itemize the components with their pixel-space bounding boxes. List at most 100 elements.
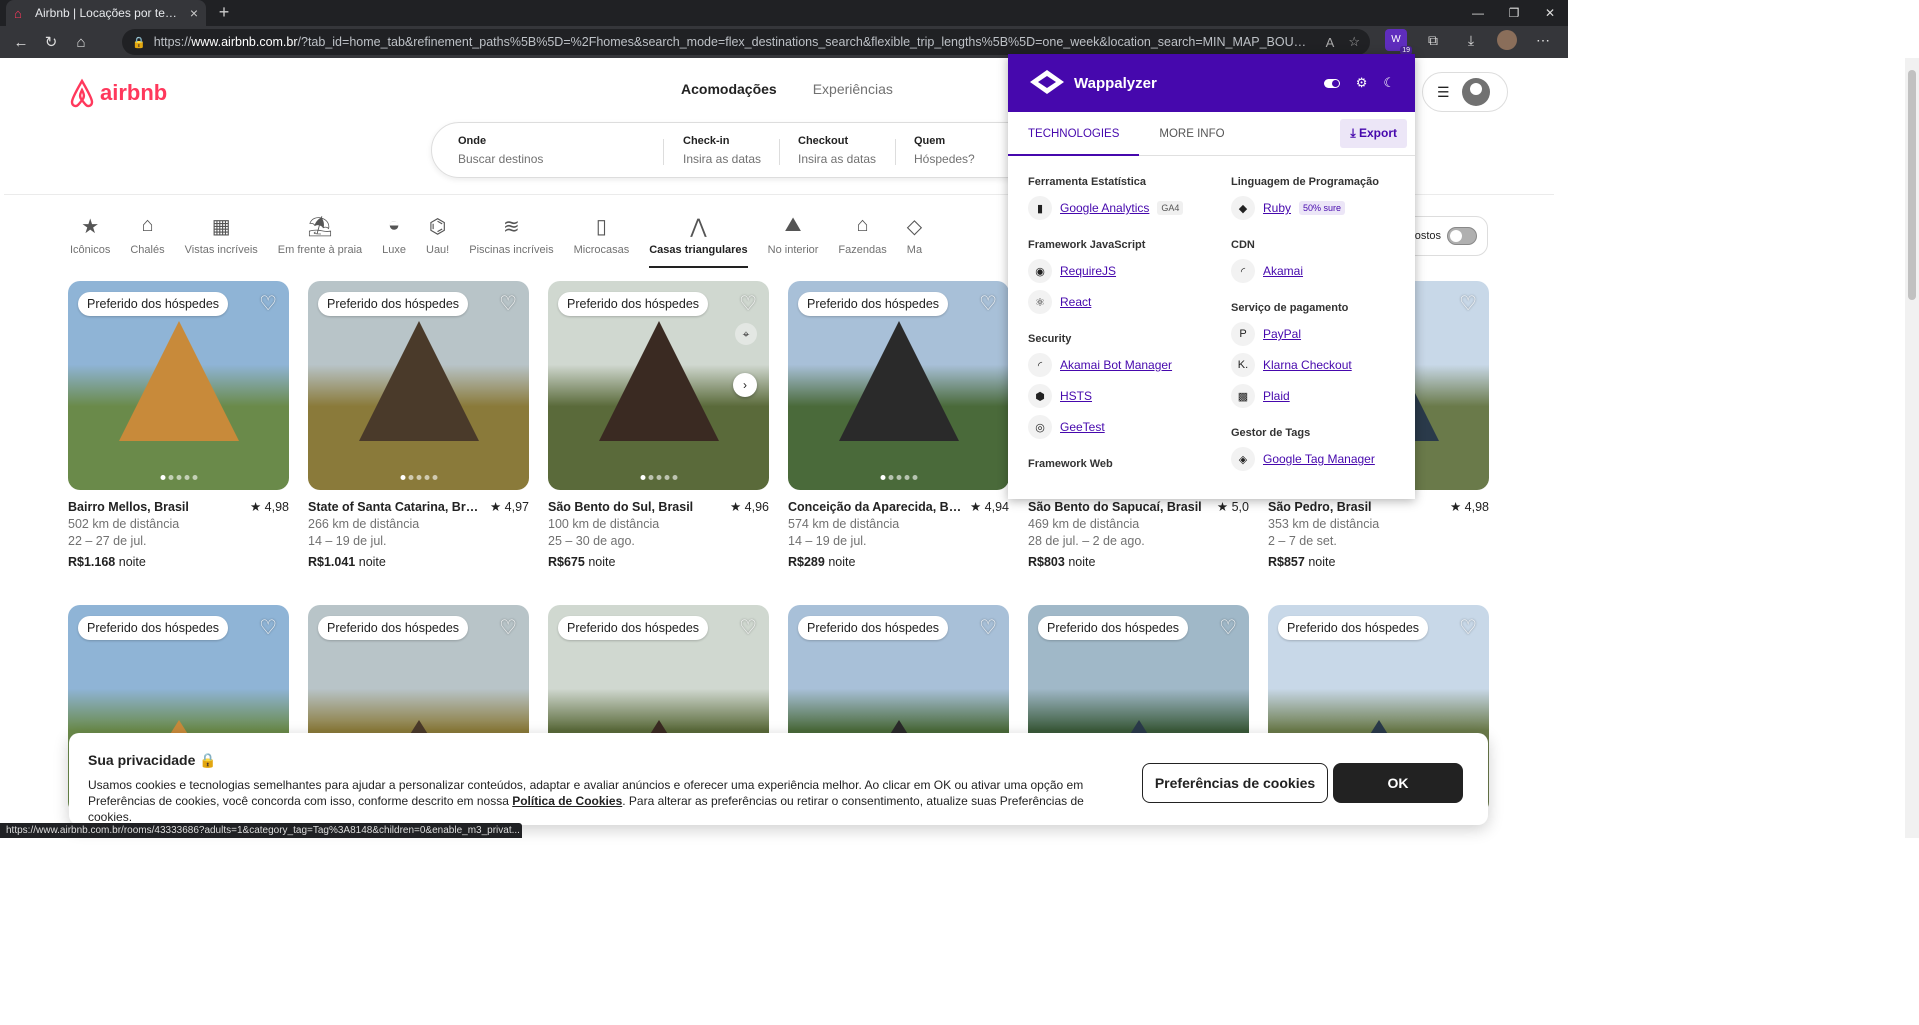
tech-link[interactable]: PayPal (1263, 327, 1301, 341)
scrollbar-thumb[interactable] (1908, 70, 1916, 300)
toggle-switch[interactable] (1447, 227, 1477, 245)
category-2[interactable]: ▦ Vistas incríveis (175, 214, 268, 256)
tech-logo-icon: ◉ (1028, 259, 1052, 283)
listing-distance: 100 km de distância (548, 517, 660, 531)
profile-avatar[interactable] (1497, 30, 1517, 50)
guest-favorite-badge: Preferido dos hóspedes (798, 292, 949, 316)
listing-distance: 266 km de distância (308, 517, 420, 531)
search-checkin[interactable]: Check-in Insira as datas (683, 135, 761, 166)
listing-card[interactable]: Preferido dos hóspedes ♡ ⌖ › São Bento do Su… (548, 281, 769, 571)
search-who[interactable]: Quem Hóspedes? (914, 135, 975, 166)
listing-photo[interactable]: Preferido dos hóspedes ♡ (68, 281, 289, 490)
category-3[interactable]: ⛱ Em frente à praia (268, 214, 372, 256)
listing-location: Bairro Mellos, Brasil (68, 500, 189, 514)
heart-icon[interactable]: ♡ (499, 291, 517, 316)
photo-tour-icon[interactable]: ⌖ (735, 323, 757, 345)
tech-link[interactable]: HSTS (1060, 389, 1092, 403)
heart-icon[interactable]: ♡ (1459, 615, 1477, 640)
listing-price: R$675 noite (548, 555, 616, 569)
lock-icon[interactable]: 🔒 (132, 36, 146, 49)
category-10[interactable]: ⌂ Fazendas (828, 214, 896, 256)
category-4[interactable]: ◒ Luxe (372, 214, 416, 256)
settings-gear-icon[interactable]: ⚙ (1356, 75, 1368, 91)
back-icon[interactable]: ← (6, 34, 36, 51)
tab-more-info[interactable]: MORE INFO (1139, 112, 1244, 156)
category-0[interactable]: ★ Icônicos (60, 214, 120, 256)
listing-photo[interactable]: Preferido dos hóspedes ♡ (788, 281, 1009, 490)
category-6[interactable]: ≋ Piscinas incríveis (459, 214, 563, 256)
close-window-icon[interactable]: ✕ (1532, 0, 1568, 26)
reload-icon[interactable]: ↻ (36, 33, 66, 51)
listing-price: R$1.041 noite (308, 555, 386, 569)
tab-technologies[interactable]: TECHNOLOGIES (1008, 112, 1140, 156)
guest-favorite-badge: Preferido dos hóspedes (318, 616, 469, 640)
close-tab-icon[interactable]: × (190, 5, 198, 21)
category-8[interactable]: ⋀ Casas triangulares (639, 214, 757, 268)
tech-link[interactable]: React (1060, 295, 1091, 309)
listing-card[interactable]: Preferido dos hóspedes ♡ Bairro Mellos, Br… (68, 281, 289, 571)
tech-link[interactable]: Google Analytics (1060, 201, 1149, 215)
cookie-policy-link[interactable]: Política de Cookies (512, 794, 622, 808)
browser-menu-icon[interactable]: ⋯ (1531, 32, 1555, 49)
next-photo-icon[interactable]: › (733, 373, 757, 397)
category-11[interactable]: ◇ Ma (897, 214, 932, 256)
heart-icon[interactable]: ♡ (739, 291, 757, 316)
heart-icon[interactable]: ♡ (1459, 291, 1477, 316)
heart-icon[interactable]: ♡ (259, 291, 277, 316)
tech-category: Framework Web (1028, 458, 1113, 470)
home-icon[interactable]: ⌂ (66, 34, 96, 51)
category-9[interactable]: ⛰ No interior (758, 214, 829, 256)
airbnb-logo[interactable]: airbnb (68, 78, 167, 108)
page-scrollbar[interactable] (1905, 58, 1919, 838)
search-checkout[interactable]: Checkout Insira as datas (798, 135, 876, 166)
cookie-ok-button[interactable]: OK (1333, 763, 1463, 803)
a-frame-house (358, 321, 479, 441)
photo-dots (160, 475, 197, 480)
tech-link[interactable]: Akamai Bot Manager (1060, 358, 1172, 372)
heart-icon[interactable]: ♡ (739, 615, 757, 640)
minimize-icon[interactable]: — (1460, 0, 1496, 26)
heart-icon[interactable]: ♡ (259, 615, 277, 640)
listing-photo[interactable]: Preferido dos hóspedes ♡ ⌖ › (548, 281, 769, 490)
address-bar[interactable]: 🔒 https://www.airbnb.com.br/?tab_id=home… (122, 29, 1370, 55)
category-7[interactable]: ▯ Microcasas (564, 214, 640, 256)
listing-photo[interactable]: Preferido dos hóspedes ♡ (308, 281, 529, 490)
user-menu-button[interactable]: ☰ (1422, 72, 1508, 112)
tech-link[interactable]: Ruby (1263, 201, 1291, 215)
heart-icon[interactable]: ♡ (499, 615, 517, 640)
listing-card[interactable]: Preferido dos hóspedes ♡ Conceição da Apar… (788, 281, 1009, 571)
heart-icon[interactable]: ♡ (1219, 615, 1237, 640)
wappalyzer-extension-icon[interactable]: W 19 (1385, 29, 1412, 55)
nav-acomodacoes[interactable]: Acomodações (681, 81, 777, 97)
dark-mode-moon-icon[interactable]: ☾ (1383, 75, 1395, 91)
search-where[interactable]: Onde Buscar destinos (458, 135, 543, 166)
heart-icon[interactable]: ♡ (979, 615, 997, 640)
restore-icon[interactable]: ❐ (1496, 0, 1532, 26)
category-5[interactable]: ⌬ Uau! (416, 214, 459, 256)
tech-link[interactable]: Google Tag Manager (1263, 452, 1375, 466)
tech-logo-icon: ◎ (1028, 415, 1052, 439)
browser-tab[interactable]: ⌂ Airbnb | Locações por temporada, caban… (6, 0, 206, 26)
tech-link[interactable]: GeeTest (1060, 420, 1105, 434)
category-icon: ▯ (595, 216, 607, 238)
new-tab-icon[interactable]: + (214, 2, 234, 23)
downloads-icon[interactable]: ⤓ (1459, 32, 1483, 49)
export-button[interactable]: ⤓ Export (1340, 119, 1407, 148)
toggle-icon[interactable] (1323, 78, 1340, 88)
star-icon: ★ (969, 500, 982, 514)
tech-link[interactable]: Akamai (1263, 264, 1303, 278)
heart-icon[interactable]: ♡ (979, 291, 997, 316)
category-1[interactable]: ⌂ Chalés (120, 214, 174, 256)
read-aloud-icon[interactable]: A (1326, 35, 1335, 50)
guest-favorite-badge: Preferido dos hóspedes (78, 616, 229, 640)
tech-logo-icon: ◆ (1231, 196, 1255, 220)
tech-link[interactable]: Klarna Checkout (1263, 358, 1352, 372)
tech-link[interactable]: RequireJS (1060, 264, 1116, 278)
nav-experiencias[interactable]: Experiências (813, 81, 893, 97)
cookie-preferences-button[interactable]: Preferências de cookies (1142, 763, 1328, 803)
extensions-puzzle-icon[interactable]: ⧉ (1421, 32, 1445, 49)
listing-distance: 469 km de distância (1028, 517, 1140, 531)
tech-link[interactable]: Plaid (1263, 389, 1290, 403)
listing-card[interactable]: Preferido dos hóspedes ♡ State of Santa Ca… (308, 281, 529, 571)
favorite-star-icon[interactable]: ☆ (1348, 34, 1360, 50)
